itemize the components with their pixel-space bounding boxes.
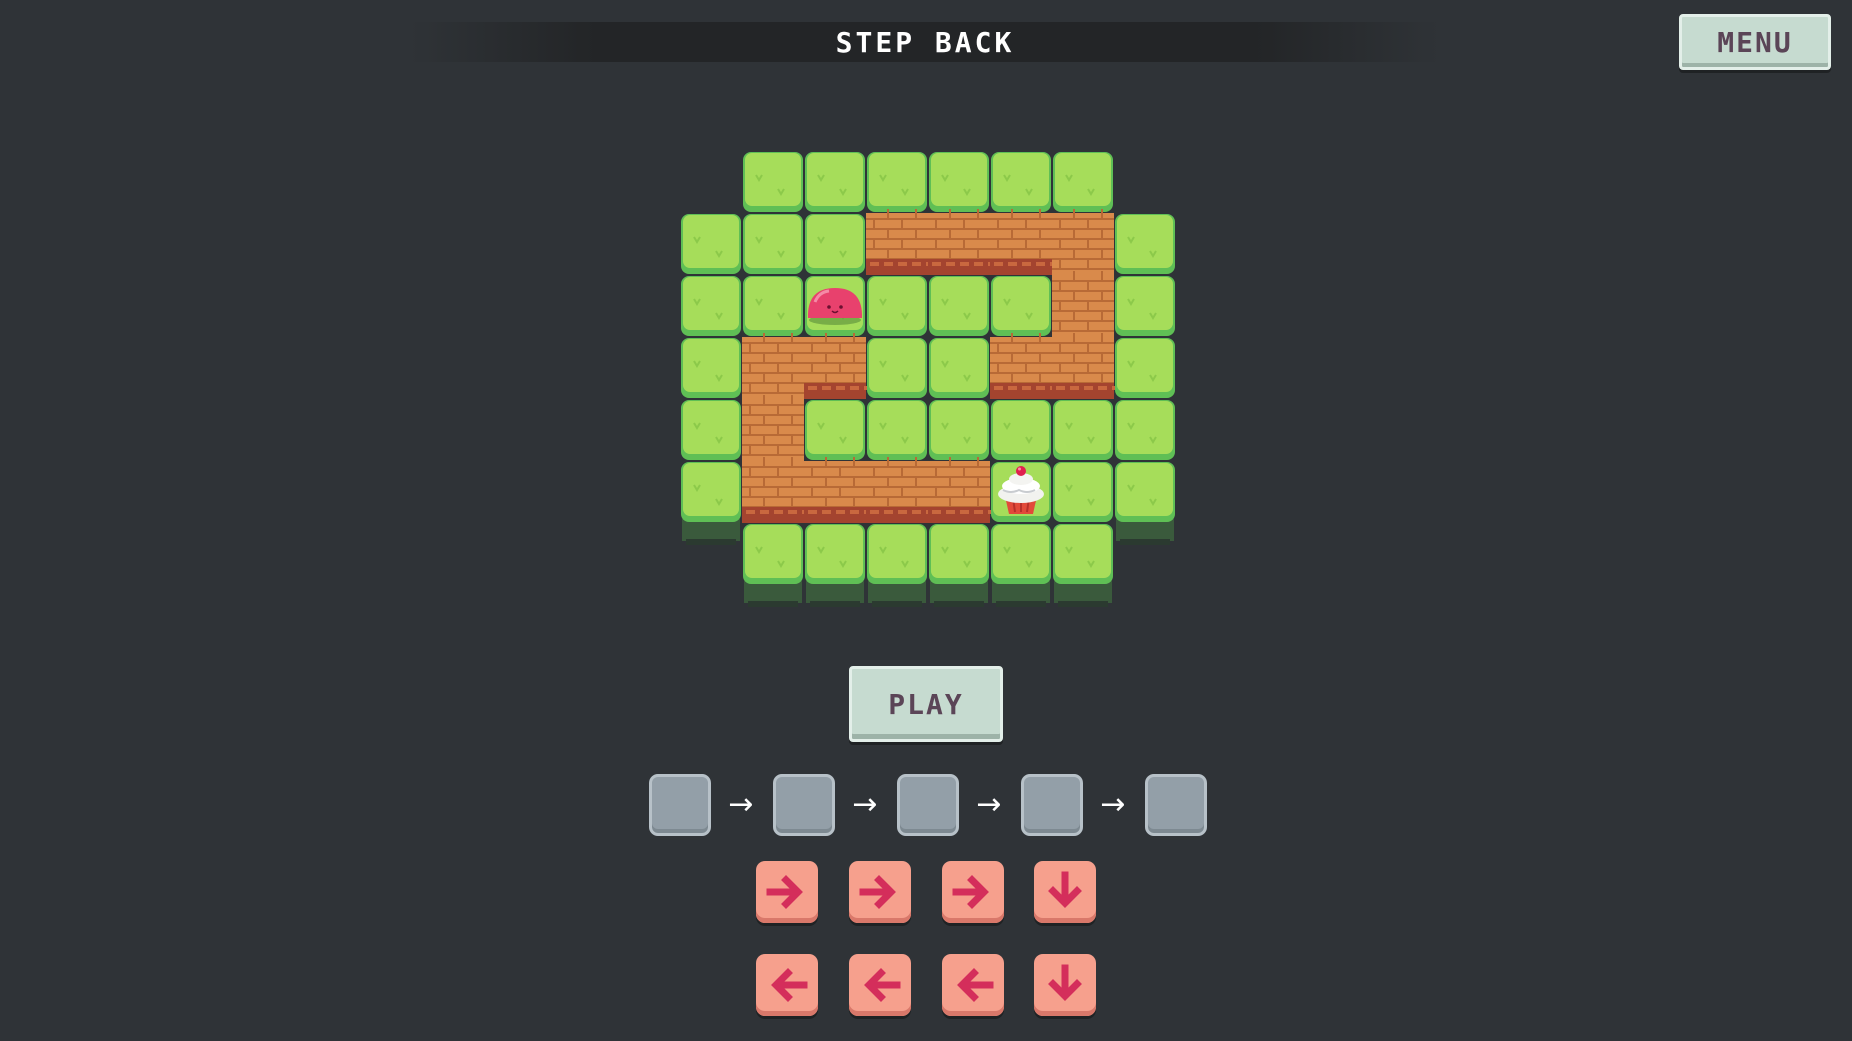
grass-tile <box>1115 338 1175 398</box>
brick-tile <box>866 209 935 275</box>
brick-tile <box>866 457 935 523</box>
board-edge-shadow <box>934 601 984 607</box>
arrow-right-icon: → <box>728 787 754 822</box>
move-left-button[interactable] <box>756 954 818 1016</box>
grass-tile <box>743 276 803 336</box>
grass-tile <box>1115 462 1175 522</box>
grass-tile <box>1115 214 1175 274</box>
program-slot[interactable] <box>773 774 835 836</box>
move-right-button[interactable] <box>756 861 818 923</box>
board-edge <box>806 581 864 603</box>
arrow-down-icon <box>1048 964 1082 1001</box>
move-right-button[interactable] <box>942 861 1004 923</box>
brick-tile <box>990 209 1059 275</box>
grass-tile <box>991 276 1051 336</box>
grass-tile <box>743 524 803 584</box>
move-left-button[interactable] <box>849 954 911 1016</box>
board-edge <box>930 581 988 603</box>
board-edge <box>1116 519 1174 541</box>
grass-tile <box>805 214 865 274</box>
game-screen: STEP BACK MENU PLAY → → → → <box>0 0 1852 1041</box>
board-edge <box>682 519 740 541</box>
board-edge-shadow <box>748 601 798 607</box>
arrow-left-icon <box>771 968 808 1002</box>
move-down-button[interactable] <box>1034 954 1096 1016</box>
brick-tile <box>1052 333 1121 399</box>
brick-tile <box>1052 209 1114 275</box>
grass-tile <box>1053 462 1113 522</box>
arrow-left-icon <box>957 968 994 1002</box>
board-edge-shadow <box>1120 539 1170 545</box>
grass-tile <box>929 400 989 460</box>
grass-tile <box>743 152 803 212</box>
grass-tile <box>681 462 741 522</box>
brick-tile <box>990 333 1059 399</box>
grass-tile <box>929 152 989 212</box>
grass-tile <box>1115 276 1175 336</box>
grass-tile <box>991 524 1051 584</box>
play-button[interactable]: PLAY <box>849 666 1003 742</box>
grass-tile <box>929 338 989 398</box>
grass-tile <box>991 152 1051 212</box>
grass-tile <box>805 400 865 460</box>
grass-tile <box>1053 524 1113 584</box>
grass-tile <box>929 524 989 584</box>
brick-tile <box>742 333 804 399</box>
board-edge <box>868 581 926 603</box>
arrow-right-icon: → <box>852 787 878 822</box>
brick-tile <box>804 457 873 523</box>
game-board <box>681 152 1175 607</box>
arrow-down-icon <box>1048 871 1082 908</box>
grass-tile <box>867 400 927 460</box>
brick-tile <box>1052 271 1114 337</box>
arrow-right-icon: → <box>1100 787 1126 822</box>
grass-tile <box>867 338 927 398</box>
program-slot[interactable] <box>649 774 711 836</box>
grass-tile <box>867 152 927 212</box>
brick-tile <box>928 209 997 275</box>
grass-tile <box>681 276 741 336</box>
board-edge <box>992 581 1050 603</box>
board-edge-shadow <box>1058 601 1108 607</box>
grass-tile <box>867 276 927 336</box>
arrow-right-icon <box>952 875 989 909</box>
grass-tile <box>743 214 803 274</box>
board-edge-shadow <box>810 601 860 607</box>
brick-tile <box>742 395 804 461</box>
move-left-button[interactable] <box>942 954 1004 1016</box>
brick-tile <box>804 333 873 399</box>
program-slot[interactable] <box>897 774 959 836</box>
arrow-right-icon <box>766 875 803 909</box>
grass-tile <box>681 214 741 274</box>
grass-tile <box>805 152 865 212</box>
board-edge-shadow <box>996 601 1046 607</box>
grass-tile <box>991 400 1051 460</box>
arrow-right-icon <box>859 875 896 909</box>
arrow-right-icon: → <box>976 787 1002 822</box>
grass-tile <box>929 276 989 336</box>
brick-tile <box>928 457 997 523</box>
board-edge-shadow <box>686 539 736 545</box>
program-slot[interactable] <box>1145 774 1207 836</box>
move-down-button[interactable] <box>1034 861 1096 923</box>
grass-tile <box>867 524 927 584</box>
arrow-left-icon <box>864 968 901 1002</box>
board-edge <box>1054 581 1112 603</box>
grass-tile <box>1053 152 1113 212</box>
grass-tile <box>1115 400 1175 460</box>
board-edge-shadow <box>872 601 922 607</box>
board-edge <box>744 581 802 603</box>
grass-tile <box>681 338 741 398</box>
move-right-button[interactable] <box>849 861 911 923</box>
grass-tile <box>1053 400 1113 460</box>
program-slot[interactable] <box>1021 774 1083 836</box>
brick-tile <box>742 457 811 523</box>
grass-tile <box>681 400 741 460</box>
grass-tile <box>805 524 865 584</box>
